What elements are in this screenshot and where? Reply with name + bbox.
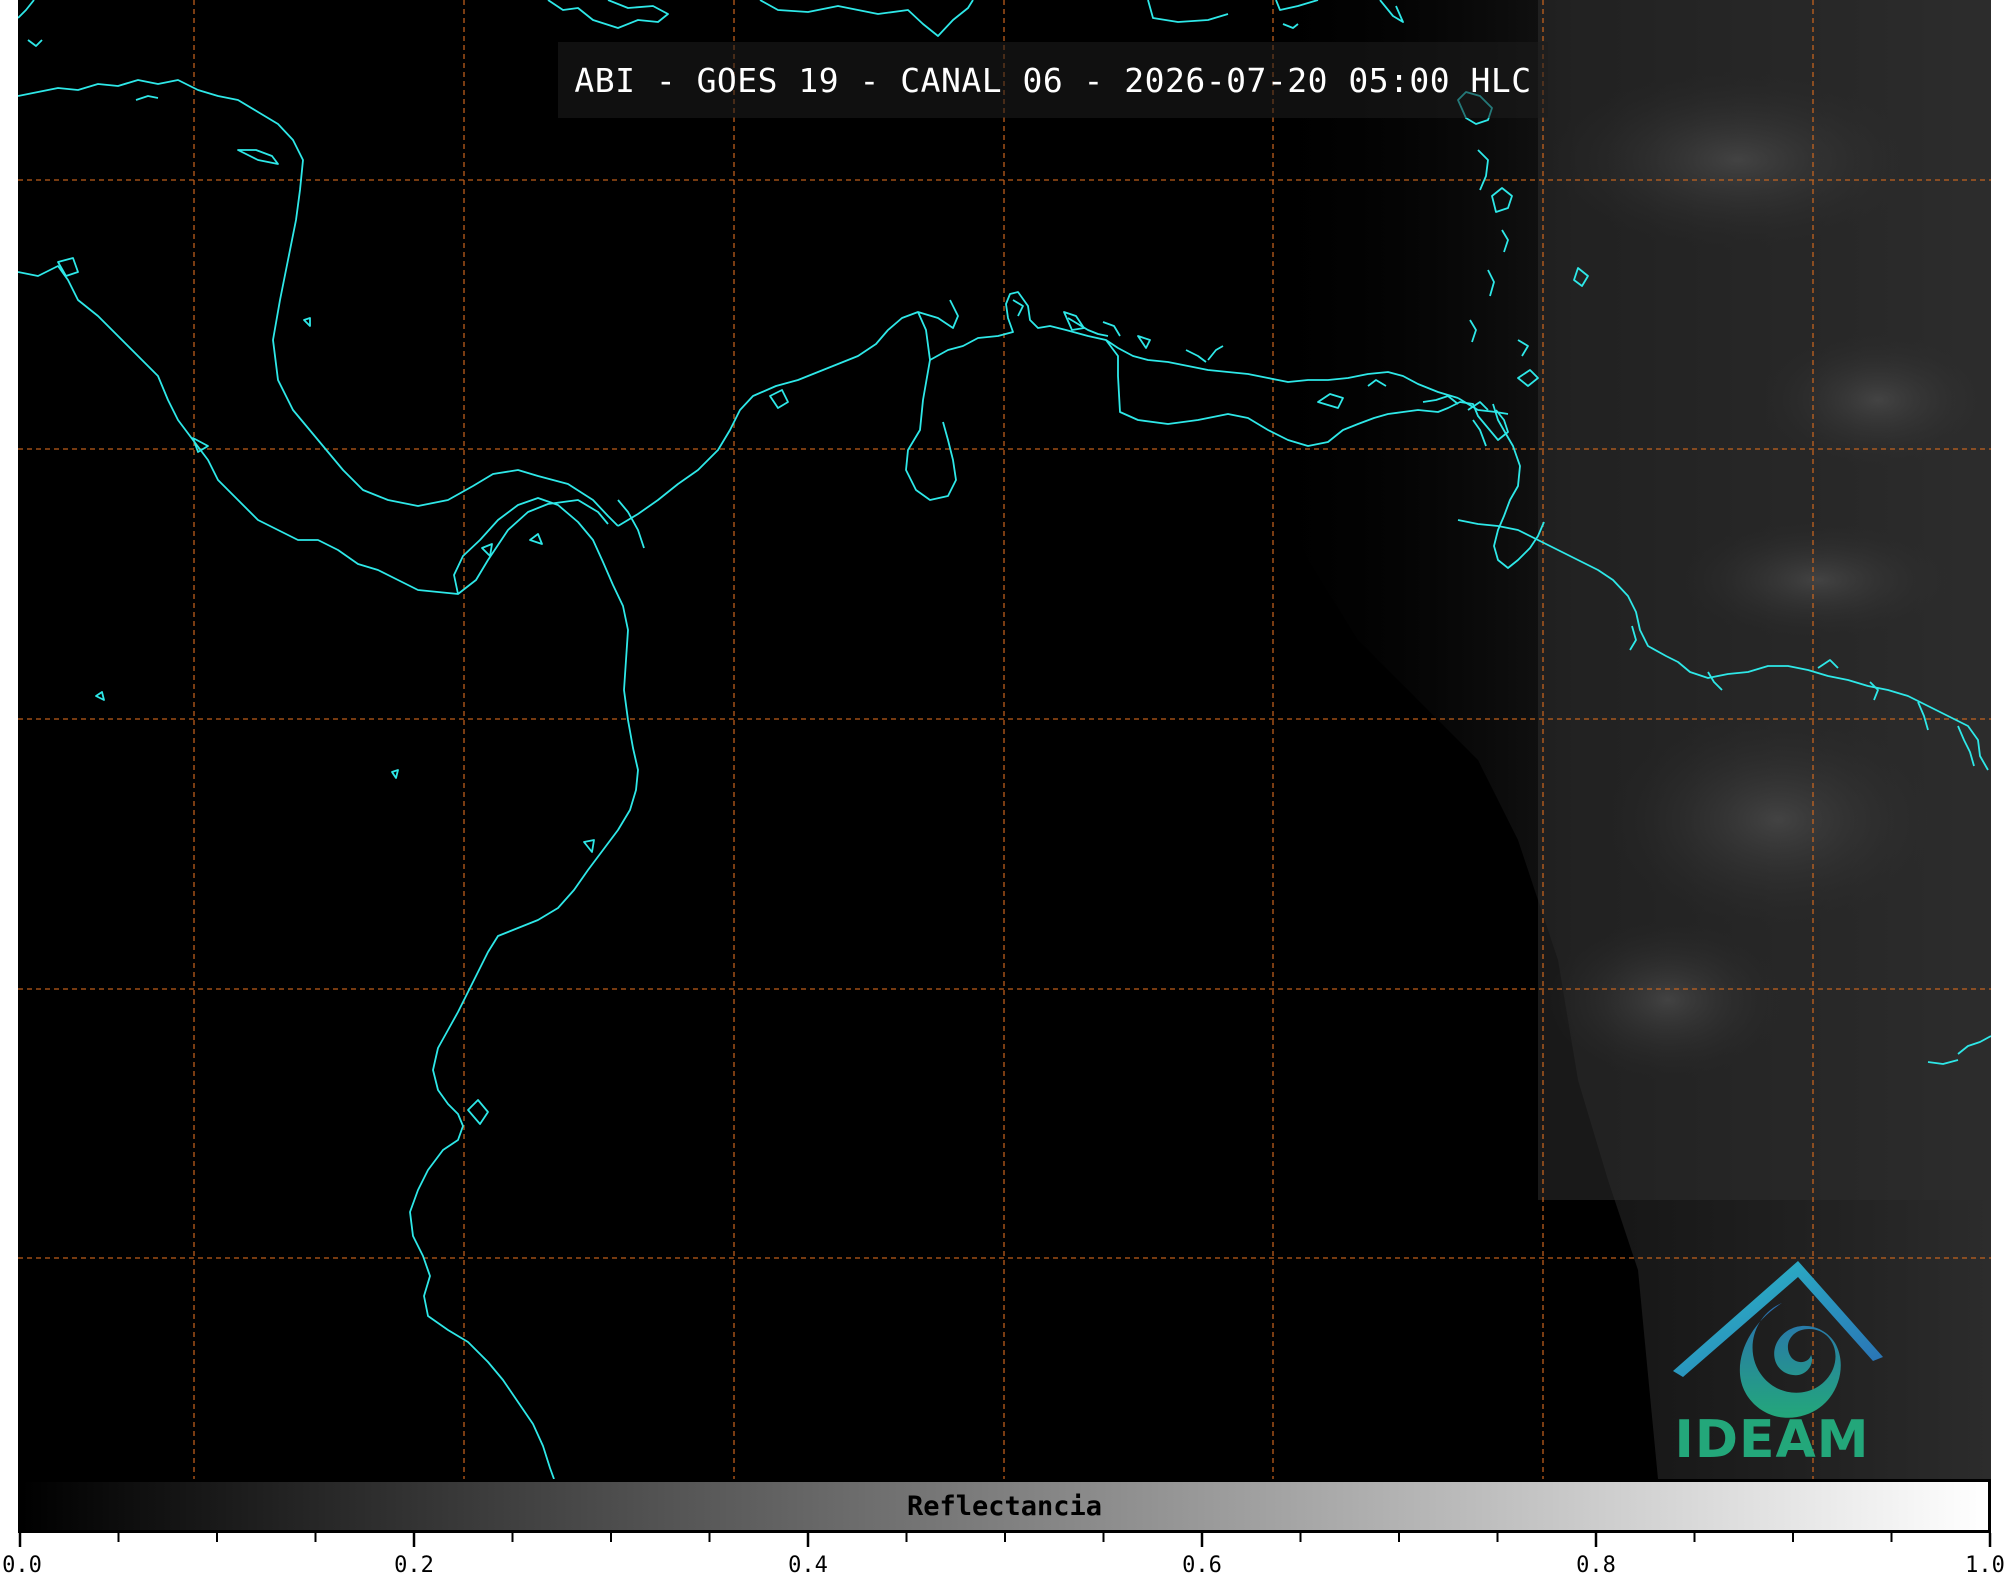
title-box: ABI - GOES 19 - CANAL 06 - 2026-07-20 05… — [558, 42, 1548, 118]
colorbar-tick-label: 0.2 — [394, 1553, 434, 1578]
logo-swirl — [1739, 1303, 1841, 1418]
image-title: ABI - GOES 19 - CANAL 06 - 2026-07-20 05… — [574, 60, 1532, 100]
colorbar-tick-label: 0.0 — [2, 1553, 42, 1578]
colorbar-tick-label: 1.0 — [1965, 1553, 2005, 1578]
cloud-cluster — [1548, 920, 1788, 1080]
colorbar: Reflectancia — [18, 1479, 1991, 1533]
colorbar-tick-label: 0.4 — [788, 1553, 828, 1578]
colorbar-tick-label: 0.8 — [1576, 1553, 1616, 1578]
logo-text: IDEAM — [1674, 1410, 1870, 1470]
cloud-cluster — [1678, 520, 1958, 640]
cloud-cluster — [1608, 710, 1948, 930]
colorbar-ticks — [18, 1533, 1992, 1547]
colorbar-label: Reflectancia — [906, 1490, 1103, 1522]
colorbar-tick-label: 0.6 — [1182, 1553, 1222, 1578]
cloud-cluster — [1548, 70, 1928, 250]
